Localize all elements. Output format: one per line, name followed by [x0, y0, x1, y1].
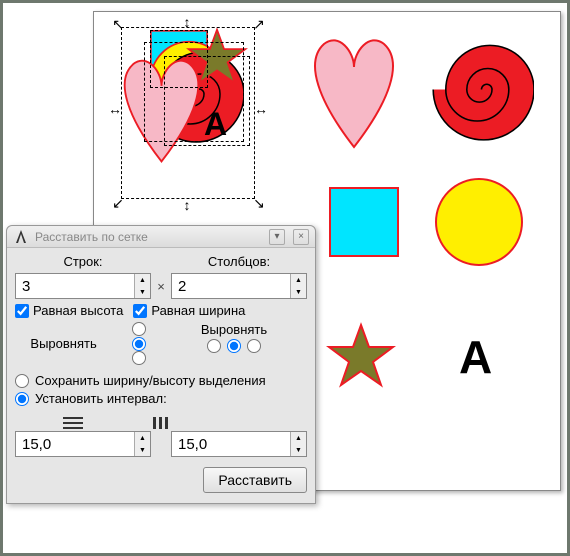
- arrange-button[interactable]: Расставить: [203, 467, 307, 493]
- rows-label: Строк:: [63, 254, 102, 269]
- heart-pink-right: [309, 32, 399, 152]
- hspacing-spinbox[interactable]: ▲▼: [15, 431, 151, 457]
- selection-inner-3: [164, 56, 250, 146]
- spiral-red-right: [429, 37, 534, 142]
- rows-spinbox[interactable]: ▲▼: [15, 273, 151, 299]
- circle-yellow-right: [434, 177, 524, 267]
- handle-nw[interactable]: ↖: [111, 17, 125, 31]
- halign-label: Выровнять: [201, 322, 267, 337]
- hspacing-up[interactable]: ▲: [135, 432, 150, 444]
- minimize-button[interactable]: ▾: [269, 229, 285, 245]
- halign-left-radio[interactable]: [207, 339, 221, 353]
- cols-up[interactable]: ▲: [291, 274, 306, 286]
- handle-n[interactable]: ↕: [180, 15, 194, 29]
- hspacing-icon: [63, 417, 83, 429]
- cols-down[interactable]: ▼: [291, 286, 306, 298]
- vspacing-input[interactable]: [172, 432, 290, 456]
- halign-right-radio[interactable]: [247, 339, 261, 353]
- square-cyan-right: [329, 187, 399, 257]
- halign-center-radio[interactable]: [227, 339, 241, 353]
- rows-up[interactable]: ▲: [135, 274, 150, 286]
- handle-e[interactable]: ↔: [254, 102, 268, 116]
- rows-down[interactable]: ▼: [135, 286, 150, 298]
- cols-label: Столбцов:: [208, 254, 270, 269]
- valign-label: Выровнять: [30, 336, 96, 351]
- handle-s[interactable]: ↕: [180, 198, 194, 212]
- close-button[interactable]: ×: [293, 229, 309, 245]
- keep-extent-radio[interactable]: [15, 374, 29, 388]
- valign-top-radio[interactable]: [132, 322, 146, 336]
- app-frame: A A ↖ ↕ ↗ ↔ ↔ ↙ ↕ ↘ Расставить по сетке …: [3, 3, 567, 553]
- set-interval-label: Установить интервал:: [35, 391, 167, 406]
- times-icon: ×: [155, 279, 167, 294]
- text-A-right: A: [459, 330, 492, 384]
- star-olive-right: [326, 322, 396, 392]
- vspacing-down[interactable]: ▼: [291, 444, 306, 456]
- arrange-dialog: Расставить по сетке ▾ × Строк: Столбцов:…: [6, 225, 316, 504]
- cols-spinbox[interactable]: ▲▼: [171, 273, 307, 299]
- handle-ne[interactable]: ↗: [252, 17, 266, 31]
- rows-input[interactable]: [16, 274, 134, 298]
- hspacing-down[interactable]: ▼: [135, 444, 150, 456]
- dialog-title: Расставить по сетке: [35, 230, 261, 244]
- cols-input[interactable]: [172, 274, 290, 298]
- valign-mid-radio[interactable]: [132, 337, 146, 351]
- equal-width-checkbox[interactable]: Равная ширина: [133, 303, 245, 318]
- vspacing-up[interactable]: ▲: [291, 432, 306, 444]
- keep-extent-label: Сохранить ширину/высоту выделения: [35, 373, 266, 388]
- handle-sw[interactable]: ↙: [111, 196, 125, 210]
- vspacing-spinbox[interactable]: ▲▼: [171, 431, 307, 457]
- valign-bot-radio[interactable]: [132, 351, 146, 365]
- vspacing-icon: [153, 417, 173, 429]
- equal-height-checkbox[interactable]: Равная высота: [15, 303, 123, 318]
- handle-se[interactable]: ↘: [252, 196, 266, 210]
- hspacing-input[interactable]: [16, 432, 134, 456]
- handle-w[interactable]: ↔: [108, 102, 122, 116]
- titlebar[interactable]: Расставить по сетке ▾ ×: [7, 226, 315, 248]
- set-interval-radio[interactable]: [15, 392, 29, 406]
- app-icon: [13, 229, 29, 245]
